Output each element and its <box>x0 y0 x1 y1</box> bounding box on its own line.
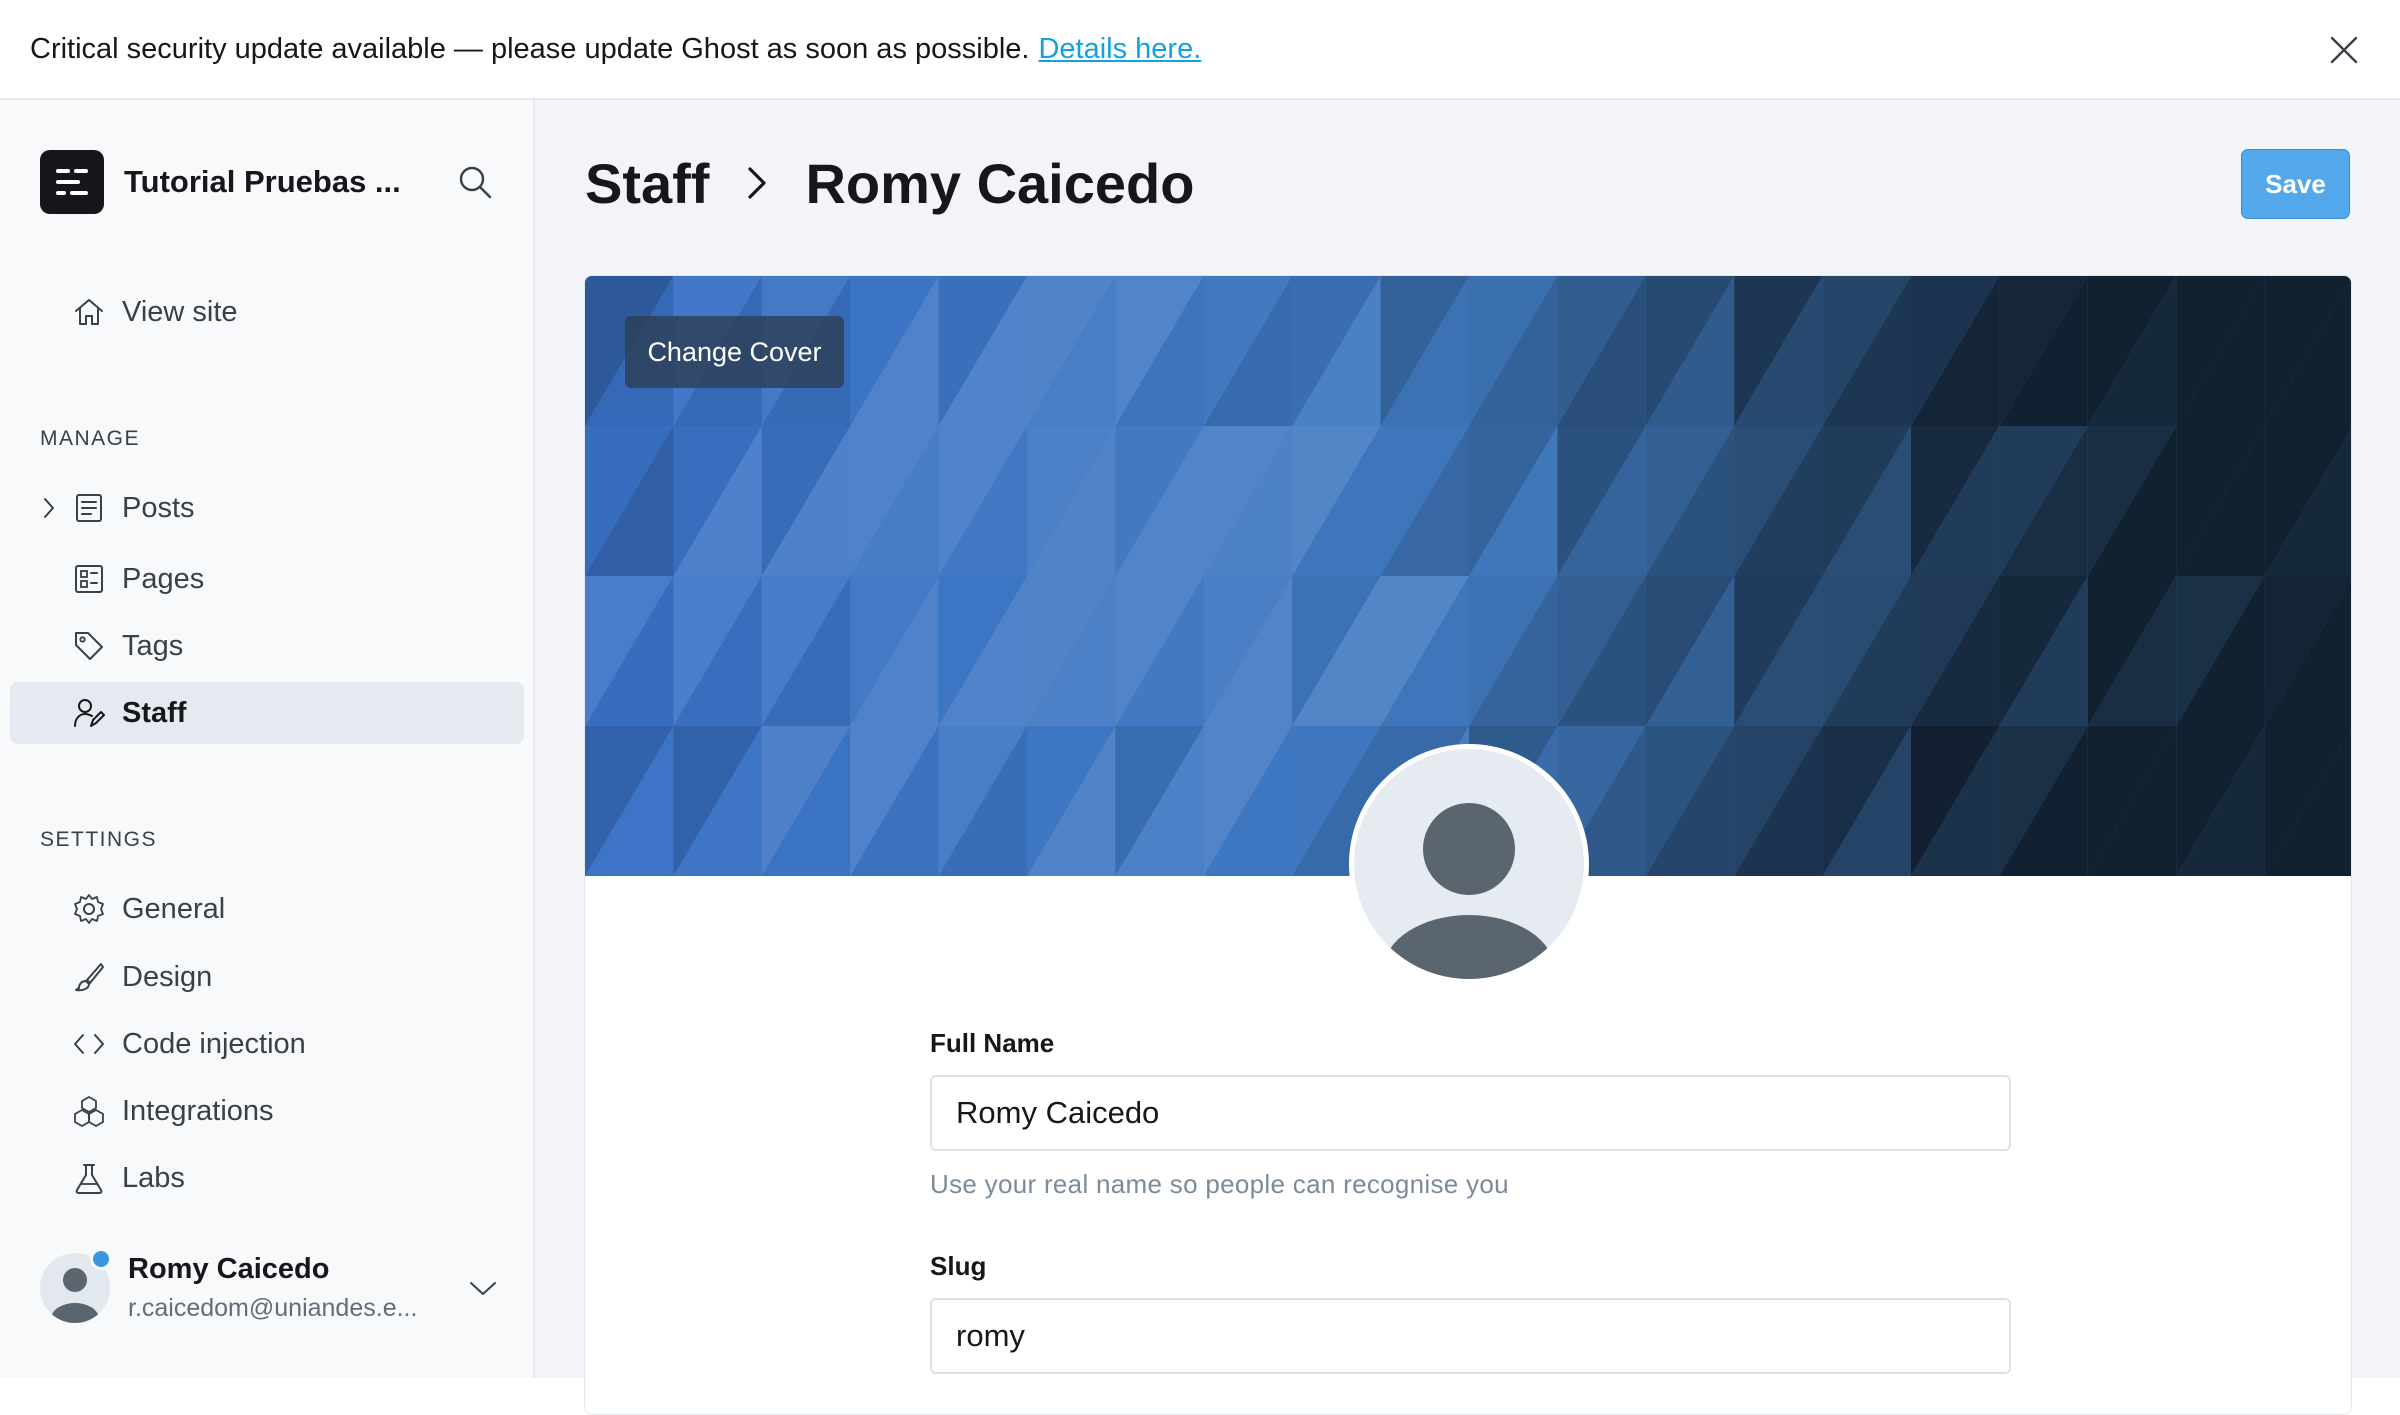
site-brand[interactable]: Tutorial Pruebas ... <box>40 150 401 214</box>
full-name-hint: Use your real name so people can recogni… <box>930 1169 1509 1199</box>
brush-icon <box>72 960 106 994</box>
sidebar-item-label: Tags <box>122 629 184 662</box>
banner-details-link[interactable]: Details here. <box>1038 33 1201 66</box>
banner-message: Critical security update available — ple… <box>30 32 1030 65</box>
user-menu[interactable]: Romy Caicedo r.caicedom@uniandes.e... <box>40 1248 500 1326</box>
chevron-right-icon[interactable] <box>38 495 60 521</box>
sidebar-item-label: Staff <box>122 696 187 729</box>
sidebar-item-label: General <box>122 892 226 925</box>
sidebar-item-label: Posts <box>122 491 195 524</box>
profile-avatar[interactable] <box>1349 744 1589 984</box>
sidebar-item-general[interactable]: General <box>10 878 524 940</box>
gear-icon <box>72 892 106 926</box>
sidebar-item-staff[interactable]: Staff <box>10 682 524 744</box>
sidebar-item-label: Design <box>122 960 213 993</box>
breadcrumb-staff-link[interactable]: Staff <box>585 151 709 216</box>
sidebar-item-posts[interactable]: Posts <box>10 477 524 539</box>
sidebar-item-label: View site <box>122 295 238 328</box>
sidebar-item-tags[interactable]: Tags <box>10 615 524 677</box>
sidebar-item-label: Code injection <box>122 1027 306 1060</box>
full-name-label: Full Name <box>930 1028 1055 1058</box>
chevron-right-icon <box>731 163 783 203</box>
sidebar-item-pages[interactable]: Pages <box>10 548 524 610</box>
full-name-input[interactable] <box>930 1075 2011 1151</box>
breadcrumb: Staff Romy Caicedo <box>585 150 1194 216</box>
chevron-down-icon[interactable] <box>466 1274 500 1304</box>
settings-heading: SETTINGS <box>40 828 158 851</box>
close-icon[interactable] <box>2324 30 2364 70</box>
sidebar: Tutorial Pruebas ... View site MANAGE Po… <box>0 100 535 1378</box>
sidebar-item-label: Pages <box>122 562 205 595</box>
sidebar-item-view-site[interactable]: View site <box>10 281 524 343</box>
code-icon <box>72 1027 106 1061</box>
user-email: r.caicedom@uniandes.e... <box>128 1294 418 1322</box>
online-status-dot <box>90 1248 112 1270</box>
staff-icon <box>72 696 106 730</box>
security-update-banner: Critical security update available — ple… <box>0 0 2400 100</box>
site-title: Tutorial Pruebas ... <box>124 164 401 199</box>
change-cover-button[interactable]: Change Cover <box>625 316 844 388</box>
integrations-icon <box>72 1094 106 1128</box>
flask-icon <box>72 1161 106 1195</box>
posts-icon <box>72 491 106 525</box>
save-button[interactable]: Save <box>2241 149 2350 219</box>
home-icon <box>72 295 106 329</box>
slug-input[interactable] <box>930 1298 2011 1374</box>
site-logo-icon <box>40 150 104 214</box>
sidebar-item-design[interactable]: Design <box>10 946 524 1008</box>
manage-heading: MANAGE <box>40 427 141 450</box>
profile-card: Change Cover Full Name Use your real nam… <box>584 275 2352 1415</box>
sidebar-item-integrations[interactable]: Integrations <box>10 1080 524 1142</box>
tag-icon <box>72 629 106 663</box>
sidebar-item-label: Integrations <box>122 1094 274 1127</box>
user-name: Romy Caicedo <box>128 1253 330 1285</box>
sidebar-item-labs[interactable]: Labs <box>10 1147 524 1209</box>
main-content: Staff Romy Caicedo Save Change Cover Ful… <box>535 100 2400 1415</box>
page-title: Romy Caicedo <box>805 151 1195 215</box>
sidebar-item-label: Labs <box>122 1161 185 1194</box>
slug-label: Slug <box>930 1251 987 1281</box>
pages-icon <box>72 562 106 596</box>
search-icon[interactable] <box>455 162 495 202</box>
sidebar-item-code-injection[interactable]: Code injection <box>10 1013 524 1075</box>
